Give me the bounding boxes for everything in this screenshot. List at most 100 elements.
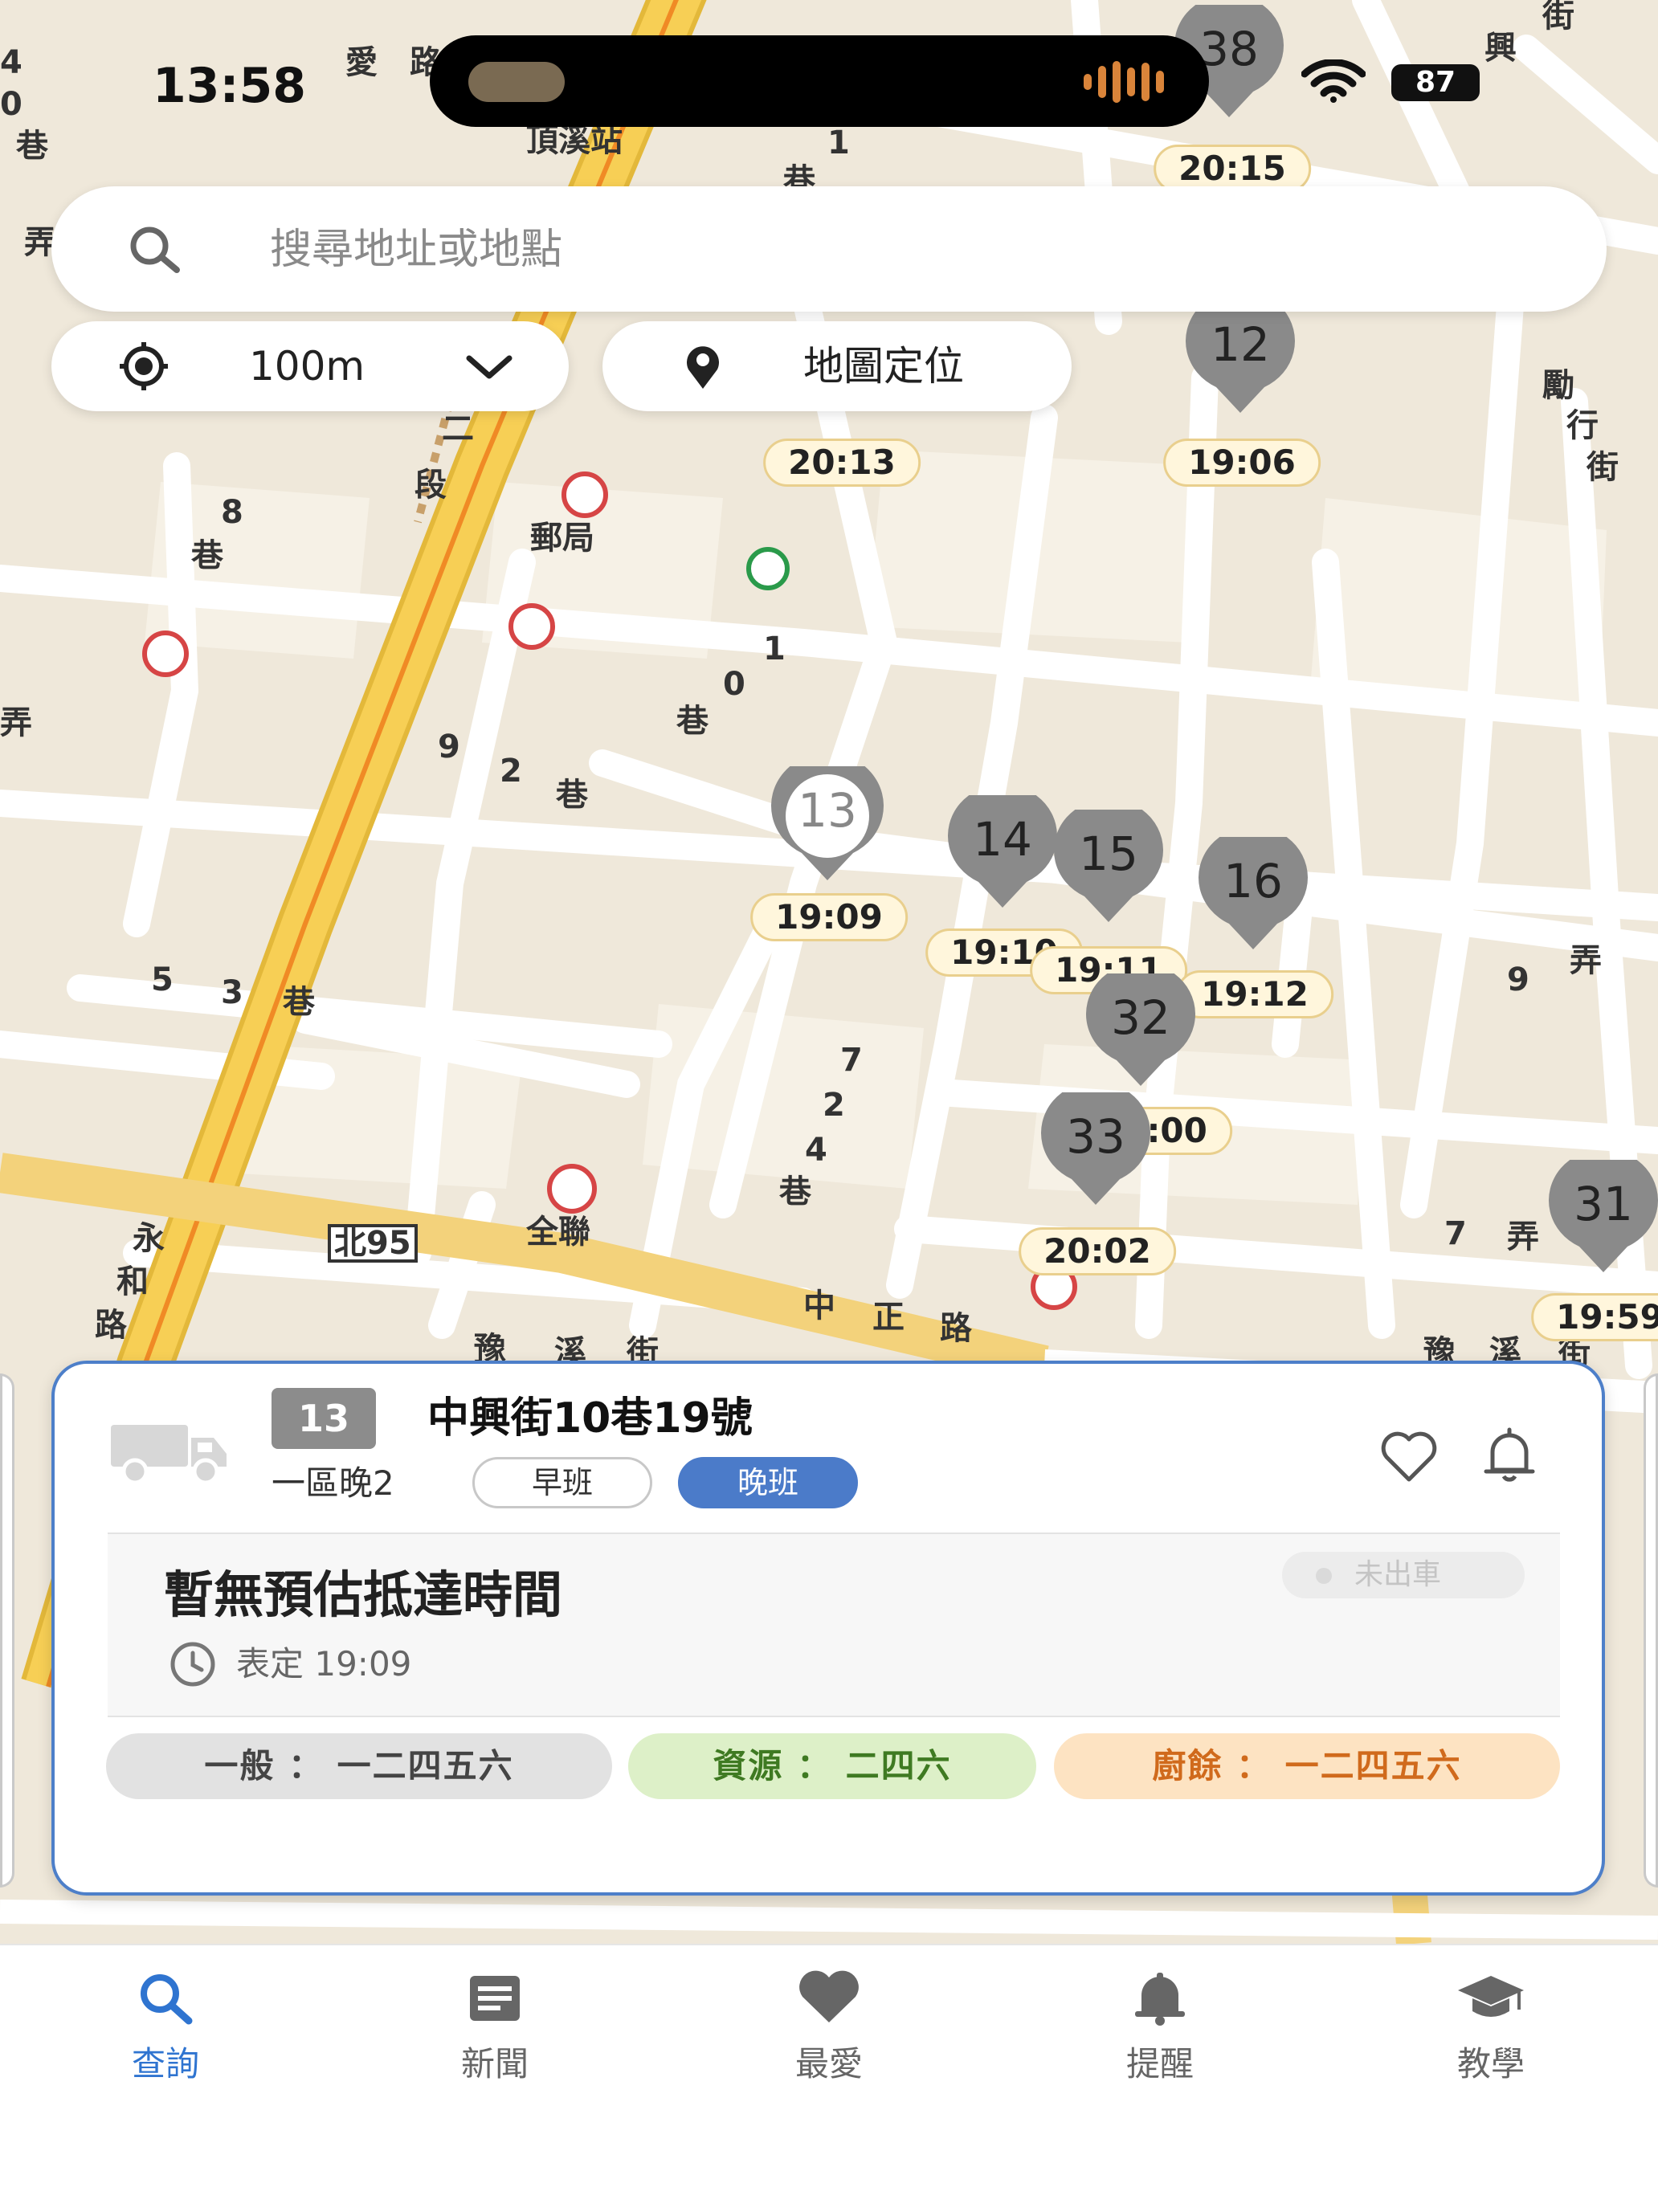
heart-icon <box>799 1970 859 2022</box>
map-label: 1 <box>763 631 786 667</box>
marker-number: 32 <box>1111 990 1170 1045</box>
recycle-days: 資源 ： 二四六 <box>628 1733 1036 1799</box>
map-label: 二 <box>442 410 474 447</box>
my-location-icon <box>120 342 168 390</box>
route-number-badge: 13 <box>272 1388 376 1449</box>
route-marker[interactable]: 16 <box>1193 837 1313 957</box>
route-marker[interactable]: 14 <box>942 795 1063 916</box>
graduation-cap-icon <box>1458 1976 1524 2017</box>
map-label: 5 <box>151 961 174 998</box>
map-label: 7 <box>840 1042 863 1079</box>
route-marker[interactable]: 15 <box>1048 810 1169 930</box>
route-marker-selected[interactable]: 13 <box>767 766 888 887</box>
heart-outline-icon[interactable] <box>1377 1428 1441 1484</box>
map-label: 巷 <box>676 703 709 740</box>
nav-label: 查詢 <box>131 2044 199 2083</box>
nav-label: 最愛 <box>794 2044 863 2083</box>
map-label: 9 <box>1507 961 1529 998</box>
evening-shift-tab[interactable]: 晚班 <box>678 1457 858 1508</box>
radius-selector[interactable]: 100m <box>51 321 569 411</box>
map-label: 7 <box>1444 1215 1467 1252</box>
map-label: 路 <box>940 1310 972 1347</box>
dynamic-island[interactable] <box>430 35 1209 127</box>
marker-time-badge[interactable]: 20:13 <box>763 439 921 487</box>
route-marker[interactable]: 12 <box>1180 300 1301 421</box>
marker-time-badge[interactable]: 20:02 <box>1019 1227 1176 1275</box>
map-label: 3 <box>221 974 243 1011</box>
marker-number: 13 <box>798 783 857 838</box>
map-label: 4 <box>805 1132 827 1169</box>
status-dot <box>1316 1568 1332 1584</box>
dispatch-status-label: 未出車 <box>1354 1558 1442 1591</box>
eta-title: 暫無預估抵達時間 <box>164 1565 563 1624</box>
route-marker[interactable]: 33 <box>1035 1092 1156 1213</box>
status-time: 13:58 <box>153 58 306 114</box>
map-locate-button[interactable]: 地圖定位 <box>602 321 1072 411</box>
next-card-edge[interactable] <box>1644 1373 1658 1888</box>
map-label: 8 <box>221 494 243 531</box>
search-input[interactable] <box>268 210 1525 289</box>
scheduled-time: 表定 19:09 <box>236 1644 412 1683</box>
marker-time-badge[interactable]: 19:06 <box>1163 439 1321 487</box>
map-label: 巷 <box>191 537 223 574</box>
map-label: 2 <box>500 753 522 790</box>
nav-news[interactable]: 新聞 <box>390 1969 599 2090</box>
bottom-nav: 查詢 新聞 最愛 提醒 教學 <box>0 1944 1658 2212</box>
map-label: 行 <box>1566 407 1599 444</box>
search-icon <box>130 227 180 273</box>
map-label: 路 <box>95 1307 127 1344</box>
battery-indicator: 87 <box>1391 64 1480 101</box>
chevron-down-icon <box>466 355 513 379</box>
marker-number: 33 <box>1066 1109 1125 1164</box>
radius-value: 100m <box>249 343 365 390</box>
nav-label: 新聞 <box>460 2044 529 2083</box>
marker-time-badge[interactable]: 19:09 <box>750 893 908 941</box>
marker-number: 31 <box>1574 1177 1633 1231</box>
marker-number: 14 <box>973 812 1032 867</box>
morning-shift-tab[interactable]: 早班 <box>472 1457 652 1508</box>
search-bar[interactable] <box>51 186 1607 312</box>
search-icon <box>141 1974 193 2025</box>
map-label: 勵 <box>1542 367 1574 404</box>
location-pin-icon <box>687 346 719 389</box>
kitchen-waste-days: 廚餘 ： 一二四五六 <box>1054 1733 1560 1799</box>
map-label: 巷 <box>556 777 588 814</box>
marker-number: 15 <box>1079 826 1138 881</box>
map-label: 全聯 <box>526 1214 590 1251</box>
map-label: 弄 <box>1507 1218 1539 1255</box>
route-marker[interactable]: 31 <box>1543 1160 1658 1280</box>
route-marker[interactable]: 32 <box>1080 973 1201 1094</box>
nav-label: 提醒 <box>1125 2044 1194 2083</box>
marker-time-badge[interactable]: 19:59 <box>1531 1293 1658 1341</box>
map-label: 郵局 <box>530 520 594 557</box>
wifi-icon <box>1301 59 1366 103</box>
map-label: 正 <box>872 1299 905 1336</box>
stop-address: 中興街10巷19號 <box>427 1394 753 1443</box>
map-label: 巷 <box>283 984 315 1021</box>
nav-search[interactable]: 查詢 <box>61 1969 270 2090</box>
map-label: 段 <box>414 467 447 504</box>
nav-tutorial[interactable]: 教學 <box>1386 1969 1595 2090</box>
marker-number: 16 <box>1223 854 1283 908</box>
route-area: 一區晚2 <box>272 1463 394 1503</box>
map-label: 永 <box>133 1220 165 1257</box>
nav-reminders[interactable]: 提醒 <box>1056 1969 1264 2090</box>
status-bar: 13:58 87 <box>0 0 1658 153</box>
map-label: 巷 <box>779 1173 811 1210</box>
map-label: 弄 <box>0 704 32 741</box>
bell-outline-icon[interactable] <box>1481 1423 1538 1488</box>
nav-favorites[interactable]: 最愛 <box>725 1969 933 2090</box>
now-playing-artwork <box>468 62 565 102</box>
nav-label: 教學 <box>1456 2044 1525 2083</box>
prev-card-edge[interactable] <box>0 1373 14 1888</box>
dispatch-status-badge: 未出車 <box>1282 1552 1525 1598</box>
map-label: 9 <box>438 728 460 765</box>
map-label: 2 <box>823 1087 845 1124</box>
stop-info-card[interactable]: 13 中興街10巷19號 一區晚2 早班 晚班 暫無預估抵達時間 表定 19:0… <box>51 1361 1605 1896</box>
garbage-truck-icon <box>111 1425 227 1485</box>
clock-icon <box>170 1642 215 1687</box>
map-label: 0 <box>723 666 745 703</box>
marker-number: 12 <box>1211 317 1270 372</box>
map-locate-label: 地圖定位 <box>803 343 964 390</box>
news-icon <box>470 1976 520 2021</box>
